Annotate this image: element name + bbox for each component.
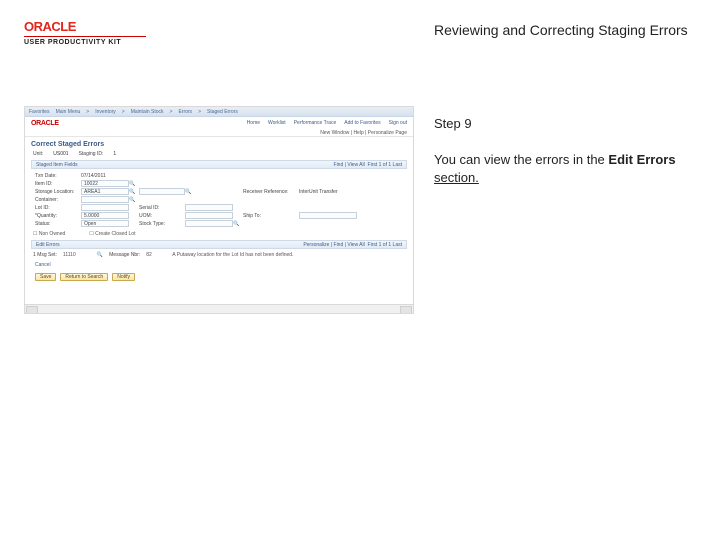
recv-label: Receiver Reference: <box>243 189 299 195</box>
staging-value: 1 <box>113 151 116 157</box>
item-field[interactable]: 10022 <box>81 180 129 187</box>
horizontal-scrollbar[interactable] <box>25 304 413 313</box>
section1-title: Staged Item Fields <box>36 161 78 168</box>
staged-item-form: Txn Date: 07/14/2011 Item ID: 10022 🔍 St… <box>25 171 413 229</box>
lookup-icon[interactable]: 🔍 <box>185 189 233 195</box>
msgnbr-label: Message Nbr: <box>109 252 140 258</box>
stock-label: Stock Type: <box>139 221 185 227</box>
tab-maintain: Maintain Stock <box>131 109 164 115</box>
app-screen-title: Correct Staged Errors <box>25 137 413 150</box>
status-label: Status: <box>35 221 81 227</box>
unit-label: Unit: <box>33 151 43 157</box>
create-closed-lot-checkbox[interactable]: ☐ Create Closed Lot <box>89 231 135 237</box>
section2-personalize[interactable]: Personalize | Find | View All <box>303 242 364 248</box>
storage-loc-field[interactable]: AREA1 <box>81 188 129 195</box>
qty-label: *Quantity: <box>35 213 81 219</box>
step-label: Step 9 <box>434 116 696 131</box>
stock-field[interactable] <box>185 220 233 227</box>
save-button[interactable]: Save <box>35 273 56 281</box>
app-breadcrumb-tabs: Favorites Main Menu > Inventory > Mainta… <box>25 107 413 117</box>
container-label: Container: <box>35 197 81 203</box>
logo-block: ORACLE USER PRODUCTIVITY KIT <box>24 20 414 46</box>
non-owned-label: Non Owned <box>39 231 65 237</box>
storage-loc-field-2[interactable] <box>139 188 185 195</box>
cancel-link[interactable]: Cancel <box>25 259 413 271</box>
app-top-nav: Home Worklist Performance Trace Add to F… <box>247 120 407 126</box>
error-message: A Putaway location for the Lot Id has no… <box>172 252 405 258</box>
step-desc-pre: You can view the errors in the <box>434 152 608 167</box>
serial-label: Serial ID: <box>139 205 185 211</box>
nav-home[interactable]: Home <box>247 120 260 126</box>
non-owned-checkbox[interactable]: ☐ Non Owned <box>33 231 65 237</box>
nav-signout[interactable]: Sign out <box>389 120 407 126</box>
section1-find[interactable]: Find | View All <box>334 162 365 168</box>
lot-label: Lot ID: <box>35 205 81 211</box>
svg-text:ORACLE: ORACLE <box>24 20 77 34</box>
txn-date-label: Txn Date: <box>35 173 81 179</box>
qty-field[interactable]: 5.0000 <box>81 212 129 219</box>
lookup-icon[interactable]: 🔍 <box>233 221 243 227</box>
lot-field[interactable] <box>81 204 129 211</box>
recv-value: InterUnit Transfer <box>299 189 357 195</box>
msgnbr-field[interactable]: 82 <box>146 252 166 258</box>
logo-subtitle: USER PRODUCTIVITY KIT <box>24 39 414 46</box>
return-to-search-button[interactable]: Return to Search <box>60 273 108 281</box>
section2-pager: First 1 of 1 Last <box>368 242 402 248</box>
ship-label: Ship To: <box>243 213 299 219</box>
step-desc-bold: Edit Errors <box>608 152 675 167</box>
ship-field[interactable] <box>299 212 357 219</box>
section2-title: Edit Errors <box>36 241 60 248</box>
notify-button[interactable]: Notify <box>112 273 135 281</box>
app-brand: ORACLE <box>31 120 59 127</box>
container-field[interactable] <box>81 196 129 203</box>
nav-fav[interactable]: Add to Favorites <box>344 120 380 126</box>
status-field[interactable]: Open <box>81 220 129 227</box>
section1-pager: First 1 of 1 Last <box>368 162 402 168</box>
staging-label: Staging ID: <box>79 151 104 157</box>
step-desc-post: section. <box>434 170 479 185</box>
oracle-logo: ORACLE <box>24 20 414 34</box>
unit-value: US001 <box>53 151 68 157</box>
msgset-label: 1 Msg Set: <box>33 252 57 258</box>
lookup-icon[interactable]: 🔍 <box>129 197 139 203</box>
serial-field[interactable] <box>185 204 233 211</box>
step-description: You can view the errors in the Edit Erro… <box>434 151 696 187</box>
section-staged-item-fields: Staged Item Fields Find | View All First… <box>31 160 407 169</box>
logo-underline <box>24 36 146 37</box>
page-title: Reviewing and Correcting Staging Errors <box>434 22 696 38</box>
txn-date-value: 07/14/2011 <box>81 173 129 179</box>
create-closed-lot-label: Create Closed Lot <box>95 231 135 237</box>
storage-loc-label: Storage Location: <box>35 189 81 195</box>
msgset-field[interactable]: 11110 <box>63 252 91 258</box>
tab-inventory: Inventory <box>95 109 116 115</box>
uom-field[interactable] <box>185 212 233 219</box>
item-label: Item ID: <box>35 181 81 187</box>
tab-favorites: Favorites <box>29 109 50 115</box>
embedded-app-screenshot: Favorites Main Menu > Inventory > Mainta… <box>24 106 414 314</box>
lookup-icon[interactable]: 🔍 <box>129 189 139 195</box>
lookup-icon[interactable]: 🔍 <box>129 181 139 187</box>
tab-mainmenu: Main Menu <box>56 109 81 115</box>
uom-label: UOM: <box>139 213 185 219</box>
section-edit-errors: Edit Errors Personalize | Find | View Al… <box>31 240 407 249</box>
tab-staged: Staged Errors <box>207 109 238 115</box>
app-subheader-links[interactable]: New Window | Help | Personalize Page <box>25 129 413 137</box>
nav-worklist[interactable]: Worklist <box>268 120 286 126</box>
lookup-icon[interactable]: 🔍 <box>97 252 103 258</box>
nav-perf[interactable]: Performance Trace <box>294 120 337 126</box>
tab-errors: Errors <box>178 109 192 115</box>
